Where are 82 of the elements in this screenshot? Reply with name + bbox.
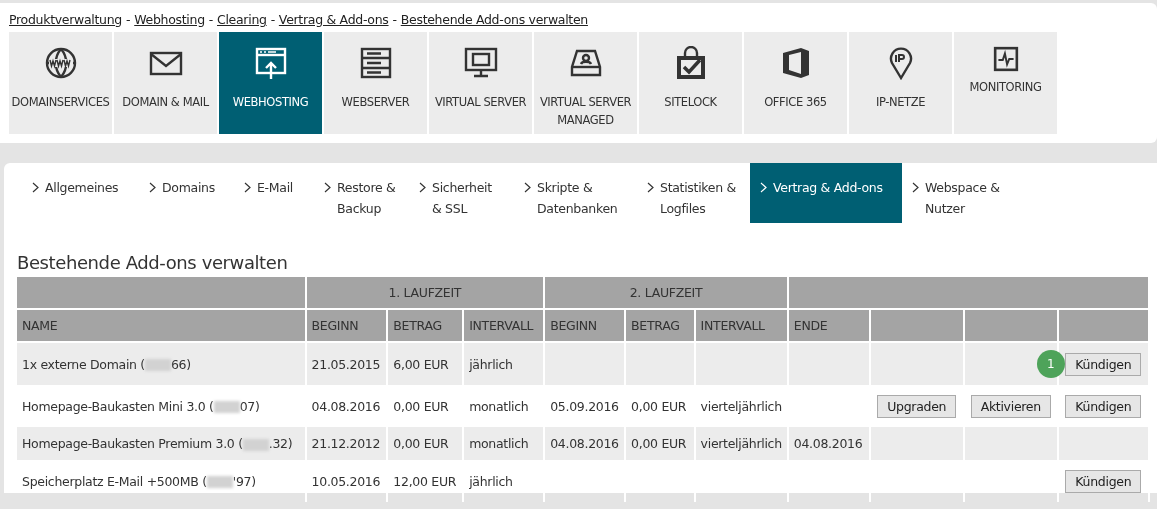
breadcrumb-link[interactable]: Vertrag & Add-ons	[278, 12, 389, 27]
chevron-icon	[419, 182, 426, 193]
window-upload-icon	[253, 46, 288, 80]
section-title: Bestehende Add-ons verwalten	[17, 252, 289, 273]
product-tile[interactable]: VIRTUAL SERVER	[429, 32, 532, 134]
table-cell: monatlich	[463, 427, 545, 460]
column-group-header: 2. LAUFZEIT	[544, 277, 788, 309]
product-tile[interactable]: VIRTUAL SERVER MANAGED	[534, 32, 637, 134]
tab[interactable]: Webspace & Nutzer	[902, 163, 1019, 223]
product-tile[interactable]: DOMAINSERVICES	[9, 32, 112, 134]
addon-name: Homepage-Baukasten Premium 3.0 (	[22, 436, 243, 451]
chevron-icon	[760, 182, 767, 193]
chevron-icon	[324, 182, 331, 193]
table-cell: 21.05.2015	[305, 342, 388, 385]
table-cell: vierteljährlich	[694, 427, 788, 460]
redacted-text	[206, 476, 233, 488]
product-tile[interactable]: SITELOCK	[639, 32, 742, 134]
globe-icon	[43, 46, 78, 80]
cancel-button[interactable]: Kündigen	[1065, 394, 1142, 418]
tab[interactable]: Restore & Backup	[314, 163, 409, 223]
redacted-text	[144, 359, 171, 371]
breadcrumb-separator: -	[270, 12, 275, 27]
column-header: ENDE	[787, 309, 870, 342]
tab[interactable]: Sicherheit & SSL	[409, 163, 514, 223]
product-tile[interactable]: DOMAIN & MAIL	[114, 32, 217, 134]
product-tile[interactable]: WEBSERVER	[324, 32, 427, 134]
breadcrumb-separator: -	[392, 12, 397, 27]
tab[interactable]: Statistiken & Logfiles	[637, 163, 750, 223]
table-cell: 04.08.2016	[787, 427, 870, 460]
table-cell: 10.05.2016	[305, 460, 388, 502]
breadcrumb-link[interactable]: Produktverwaltung	[9, 12, 122, 27]
addon-id-suffix: .32)	[268, 436, 293, 451]
addon-id-suffix: 66)	[170, 356, 191, 372]
product-tile[interactable]: OFFICE 365	[744, 32, 847, 134]
breadcrumb-separator: -	[208, 12, 213, 27]
table-cell: 0,00 EUR	[625, 427, 695, 460]
breadcrumb-link[interactable]: Webhosting	[134, 12, 205, 27]
addon-id-suffix: '97)	[232, 473, 256, 489]
table-cell: 12,00 EUR	[387, 460, 464, 502]
column-header: NAME	[17, 309, 306, 342]
breadcrumb-link[interactable]: Bestehende Add-ons verwalten	[400, 12, 588, 27]
column-header: INTERVALL	[463, 309, 545, 342]
monitor-icon	[463, 46, 498, 80]
activate-button[interactable]: Aktivieren	[970, 394, 1051, 418]
table-cell: 6,00 EUR	[387, 342, 464, 385]
addon-name: Homepage-Baukasten Mini 3.0 (	[22, 398, 214, 414]
column-header: BETRAG	[625, 309, 695, 342]
column-header: BETRAG	[387, 309, 464, 342]
column-header: INTERVALL	[694, 309, 788, 342]
chevron-icon	[647, 182, 654, 193]
breadcrumb-separator: -	[126, 12, 131, 27]
table-cell: 0,00 EUR	[387, 427, 464, 460]
chevron-icon	[244, 182, 251, 193]
table-cell: jährlich	[463, 342, 545, 385]
tab[interactable]: Skripte & Datenbanken	[514, 163, 637, 223]
redacted-text	[213, 401, 240, 413]
tab[interactable]: Vertrag & Add-ons	[750, 163, 902, 223]
product-tile[interactable]: MONITORING	[954, 32, 1057, 134]
table-cell: jährlich	[463, 460, 545, 502]
chevron-icon	[32, 182, 39, 193]
column-header: BEGINN	[544, 309, 626, 342]
table-cell: 04.08.2016	[544, 427, 626, 460]
table-cell: 21.12.2012	[305, 427, 388, 460]
cancel-button[interactable]: Kündigen	[1065, 469, 1142, 493]
cancel-button[interactable]: Kündigen	[1065, 352, 1142, 376]
chevron-icon	[912, 182, 919, 193]
redacted-text	[242, 438, 269, 451]
addon-name: Speicherplatz E-Mail +500MB (	[22, 473, 207, 489]
tab[interactable]: Domains	[139, 163, 234, 223]
product-tile[interactable]: IP-NETZE	[849, 32, 952, 134]
addon-name: 1x externe Domain (	[22, 356, 145, 372]
product-tile[interactable]: WEBHOSTING	[219, 32, 322, 134]
column-group-header: 1. LAUFZEIT	[305, 277, 545, 309]
tab[interactable]: Allgemeines	[22, 163, 139, 223]
upgrade-button[interactable]: Upgraden	[877, 394, 957, 418]
addon-id-suffix: 07)	[239, 398, 260, 414]
server-rack-icon	[358, 46, 393, 80]
breadcrumb-link[interactable]: Clearing	[217, 12, 267, 27]
chevron-icon	[524, 182, 531, 193]
column-header: BEGINN	[305, 309, 388, 342]
chevron-icon	[149, 182, 156, 193]
tab[interactable]: E-Mail	[234, 163, 314, 223]
